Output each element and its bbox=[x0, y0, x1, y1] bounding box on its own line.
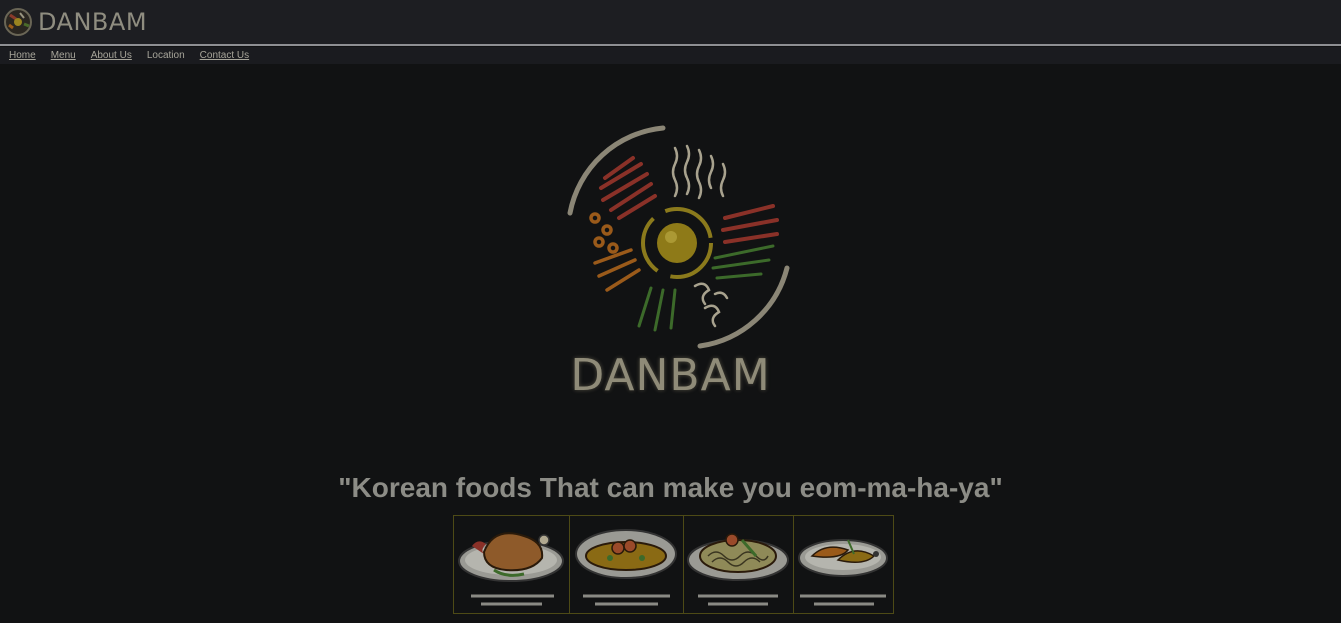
brand[interactable]: DANBAM bbox=[2, 2, 147, 42]
nav-menu-link[interactable]: Menu bbox=[51, 50, 76, 61]
noodle-dish-icon bbox=[687, 533, 789, 606]
food-item-fish[interactable] bbox=[794, 516, 893, 613]
top-header: DANBAM bbox=[0, 0, 1341, 46]
curry-rice-dish-icon bbox=[575, 529, 677, 606]
roast-chicken-dish-icon bbox=[458, 532, 564, 606]
nav-bar: Home Menu About Us Location Contact Us bbox=[0, 47, 1341, 64]
food-item-noodles[interactable] bbox=[684, 516, 794, 613]
bibimbap-bowl-logo-icon bbox=[4, 8, 32, 36]
food-gallery bbox=[453, 515, 894, 614]
brand-name: DANBAM bbox=[38, 8, 148, 36]
nav-contact-link[interactable]: Contact Us bbox=[200, 50, 249, 61]
nav-location-link[interactable]: Location bbox=[147, 50, 185, 61]
tagline: "Korean foods That can make you eom-ma-h… bbox=[338, 472, 1003, 503]
nav-home-link[interactable]: Home bbox=[9, 50, 36, 61]
fried-fish-dish-icon bbox=[798, 539, 888, 606]
hero-wordmark: DANBAM bbox=[570, 350, 771, 401]
food-item-curry[interactable] bbox=[570, 516, 684, 613]
food-item-chicken[interactable] bbox=[454, 516, 570, 613]
nav-about-link[interactable]: About Us bbox=[91, 50, 132, 61]
